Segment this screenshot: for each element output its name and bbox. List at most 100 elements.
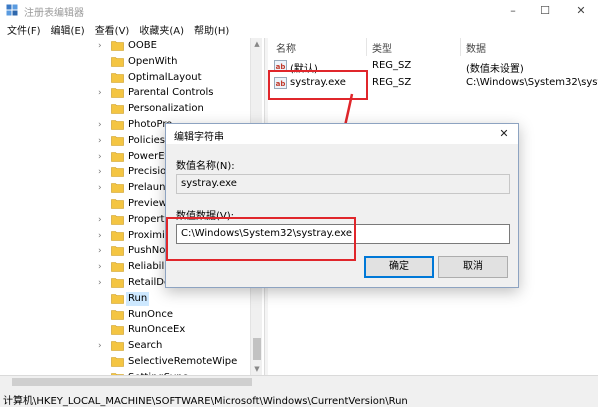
close-icon: ✕ <box>576 3 586 17</box>
tree-item[interactable]: RunOnceEx <box>0 322 262 338</box>
tree-item[interactable]: › OOBE <box>0 38 262 54</box>
tree-item-label: Run <box>126 291 150 306</box>
cancel-button[interactable]: 取消 <box>438 256 508 278</box>
tree-item[interactable]: RunOnce <box>0 307 262 323</box>
tree-item-label: Personalization <box>128 103 204 115</box>
horizontal-scrollbar[interactable] <box>0 376 598 388</box>
folder-icon <box>111 214 124 225</box>
tree-item[interactable]: Run <box>0 291 262 307</box>
column-header-type[interactable]: 类型 <box>372 40 392 56</box>
folder-icon <box>111 309 124 320</box>
column-header-name[interactable]: 名称 <box>276 40 296 56</box>
folder-icon <box>111 230 124 241</box>
tree-item[interactable]: › Parental Controls <box>0 85 262 101</box>
folder-icon <box>111 357 124 367</box>
folder-icon <box>111 135 124 146</box>
tree-item-label: RunOnce <box>128 308 174 320</box>
tree-item[interactable]: Personalization <box>0 101 262 117</box>
chevron-right-icon[interactable]: › <box>98 277 108 289</box>
dialog-title-bar: 编辑字符串 ✕ <box>166 124 518 144</box>
folder-icon <box>111 246 124 257</box>
folder-icon <box>111 341 124 351</box>
value-type: REG_SZ <box>372 77 412 88</box>
value-data: (数值未设置) <box>466 64 524 75</box>
scroll-up-icon[interactable]: ▲ <box>251 38 263 50</box>
annotation-highlight-box <box>166 217 356 261</box>
tree-item[interactable]: SelectiveRemoteWipe <box>0 354 262 370</box>
value-name-field: systray.exe <box>176 174 510 194</box>
maximize-icon: ☐ <box>540 3 550 17</box>
value-data: C:\Windows\System32\systray.exe <box>466 77 598 88</box>
close-button[interactable]: ✕ <box>564 0 598 20</box>
dialog-title: 编辑字符串 <box>174 132 224 143</box>
ok-button[interactable]: 确定 <box>364 256 434 278</box>
regedit-app-icon <box>6 4 18 16</box>
folder-icon <box>111 293 124 304</box>
column-separator[interactable] <box>460 38 461 56</box>
scroll-down-icon[interactable]: ▼ <box>251 363 263 375</box>
folder-icon <box>111 183 124 193</box>
tree-item[interactable]: OptimalLayout <box>0 70 262 86</box>
tree-item-label: OptimalLayout <box>128 71 202 83</box>
folder-icon <box>111 88 124 99</box>
folder-icon <box>111 325 124 336</box>
tree-item-label: Precisio <box>128 166 167 178</box>
folder-icon <box>111 72 124 83</box>
dialog-close-icon[interactable]: ✕ <box>496 126 512 142</box>
menu-bar: 文件(F) 编辑(E) 查看(V) 收藏夹(A) 帮助(H) <box>0 20 598 38</box>
folder-icon <box>111 104 124 114</box>
maximize-button[interactable]: ☐ <box>528 0 562 20</box>
menu-edit[interactable]: 编辑(E) <box>46 22 90 37</box>
folder-icon <box>111 262 124 272</box>
chevron-right-icon[interactable]: › <box>98 340 108 352</box>
scroll-thumb[interactable] <box>253 338 261 360</box>
tree-item[interactable]: OpenWith <box>0 54 262 70</box>
minimize-button[interactable]: – <box>496 0 530 20</box>
folder-icon <box>111 278 124 288</box>
tree-item-label: PowerEf <box>128 150 169 162</box>
value-type: REG_SZ <box>372 60 412 71</box>
menu-favorites[interactable]: 收藏夹(A) <box>134 22 189 37</box>
tree-item-label: PushNot <box>128 245 170 257</box>
chevron-right-icon[interactable]: › <box>98 119 108 131</box>
chevron-right-icon[interactable]: › <box>98 151 108 163</box>
tree-item-label: Proximit <box>128 229 169 241</box>
chevron-right-icon[interactable]: › <box>98 261 108 273</box>
folder-icon <box>111 151 124 162</box>
chevron-right-icon[interactable]: › <box>98 245 108 257</box>
folder-icon <box>111 41 124 51</box>
key-path: 计算机\HKEY_LOCAL_MACHINE\SOFTWARE\Microsof… <box>3 396 408 407</box>
edit-string-dialog: 编辑字符串 ✕ 数值名称(N): systray.exe 数值数据(V): C:… <box>165 123 519 288</box>
menu-view[interactable]: 查看(V) <box>90 22 135 37</box>
chevron-right-icon[interactable]: › <box>98 214 108 226</box>
title-bar: 注册表编辑器 – ☐ ✕ <box>0 0 598 20</box>
tree-item-label: Parental Controls <box>128 87 214 99</box>
chevron-right-icon[interactable]: › <box>98 87 108 99</box>
tree-item-label: Search <box>128 340 163 352</box>
folder-icon <box>111 56 124 67</box>
chevron-right-icon[interactable]: › <box>98 40 108 52</box>
window-title: 注册表编辑器 <box>24 8 84 19</box>
value-name-label: 数值名称(N): <box>176 161 235 172</box>
tree-item[interactable]: › Search <box>0 338 262 354</box>
chevron-right-icon[interactable]: › <box>98 166 108 178</box>
tree-item-label: OOBE <box>128 40 157 51</box>
folder-icon <box>111 120 124 130</box>
tree-item-label: RetailDe <box>128 277 171 288</box>
menu-file[interactable]: 文件(F) <box>2 22 46 37</box>
chevron-right-icon[interactable]: › <box>98 135 108 147</box>
column-header-data[interactable]: 数据 <box>466 40 486 56</box>
hscroll-thumb[interactable] <box>12 378 252 386</box>
chevron-right-icon[interactable]: › <box>98 230 108 242</box>
folder-icon <box>111 167 124 178</box>
chevron-right-icon[interactable]: › <box>98 182 108 194</box>
folder-icon <box>111 199 124 209</box>
column-separator[interactable] <box>366 38 367 56</box>
tree-item-label: Policies <box>128 134 165 146</box>
menu-help[interactable]: 帮助(H) <box>189 22 234 37</box>
tree-item-label: OpenWith <box>128 55 178 67</box>
status-bar: 计算机\HKEY_LOCAL_MACHINE\SOFTWARE\Microsof… <box>0 375 598 407</box>
tree-item-label: SelectiveRemoteWipe <box>128 356 238 367</box>
tree-item-label: RunOnceEx <box>128 324 186 336</box>
minimize-icon: – <box>510 3 516 17</box>
